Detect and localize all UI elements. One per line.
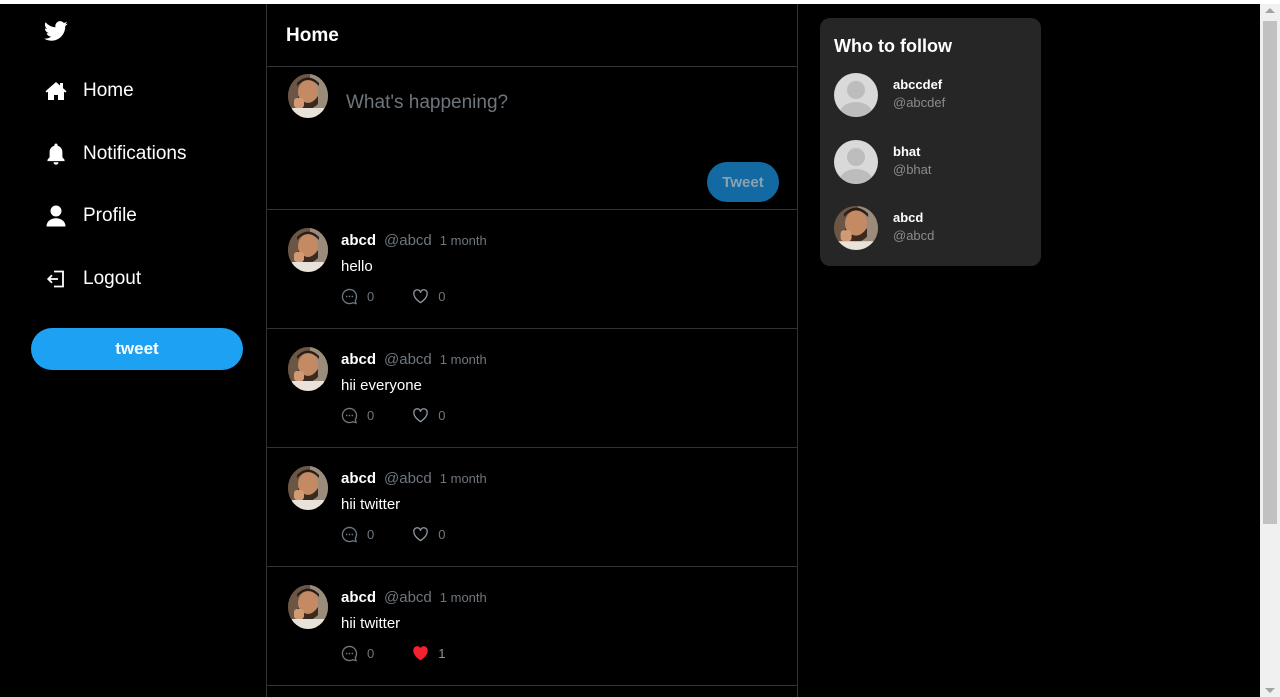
tweet-text: hii everyone (341, 377, 422, 394)
avatar[interactable] (834, 206, 878, 250)
tweet-author-name[interactable]: abcd (341, 232, 376, 249)
follow-suggestion[interactable]: abcd @abcd (834, 206, 1034, 252)
comment-icon (341, 645, 358, 662)
app: Home Notifications Profile Logout tweet … (0, 4, 1260, 697)
tweet-timestamp: 1 month (439, 233, 487, 248)
comment-button[interactable]: 0 (341, 407, 374, 424)
tweet-actions: 0 0 (341, 526, 445, 543)
follow-user-name[interactable]: abccdef (893, 77, 942, 92)
sidebar-item-logout[interactable]: Logout (44, 264, 141, 294)
tweet-actions: 0 0 (341, 407, 445, 424)
avatar[interactable] (288, 585, 328, 629)
twitter-bird-icon[interactable] (44, 19, 68, 43)
tweet-text: hii twitter (341, 496, 401, 513)
follow-suggestion[interactable]: bhat @bhat (834, 140, 1034, 186)
comment-count: 0 (367, 289, 375, 304)
tweet-author-handle: @abcd (384, 351, 432, 368)
tweet-actions: 0 0 (341, 288, 445, 305)
like-button[interactable]: 0 (412, 407, 445, 424)
tweet-item[interactable]: abcd @abcd 1 month hello 0 0 (267, 210, 797, 329)
tweet-timestamp: 1 month (439, 590, 487, 605)
follow-user-name[interactable]: bhat (893, 144, 920, 159)
tweet-header: abcd @abcd 1 month (341, 232, 487, 249)
scroll-up-icon[interactable] (1265, 8, 1275, 13)
like-count: 0 (438, 408, 446, 423)
tweet-header: abcd @abcd 1 month (341, 351, 487, 368)
sidebar-item-label: Notifications (83, 143, 187, 164)
logout-icon (44, 267, 68, 291)
like-button[interactable]: 0 (412, 288, 445, 305)
user-icon (44, 204, 68, 228)
comment-count: 0 (367, 646, 375, 661)
follow-user-name[interactable]: abcd (893, 210, 923, 225)
tweet-author-name[interactable]: abcd (341, 351, 376, 368)
sidebar-item-label: Logout (83, 268, 142, 289)
comment-button[interactable]: 0 (341, 645, 374, 662)
tweet-author-handle: @abcd (384, 589, 432, 606)
comment-button[interactable]: 0 (341, 526, 374, 543)
comment-icon (341, 407, 358, 424)
sidebar: Home Notifications Profile Logout tweet (0, 4, 266, 697)
follow-user-handle: @abcdef (893, 95, 946, 110)
avatar (288, 74, 328, 118)
follow-user-handle: @bhat (893, 162, 932, 177)
sidebar-item-label: Home (83, 80, 134, 101)
follow-user-handle: @abcd (893, 228, 935, 243)
tweet-timestamp: 1 month (439, 352, 487, 367)
comment-count: 0 (367, 527, 375, 542)
feed-header: Home (267, 4, 797, 67)
heart-outline-icon (412, 526, 429, 543)
sidebar-tweet-button[interactable]: tweet (31, 328, 243, 370)
like-button[interactable]: 1 (412, 645, 445, 662)
bell-icon (44, 142, 68, 166)
tweet-item[interactable]: abcd @abcd 1 month hii twitter 0 1 (267, 567, 797, 686)
comment-count: 0 (367, 408, 375, 423)
comment-button[interactable]: 0 (341, 288, 374, 305)
page-scrollbar[interactable] (1260, 4, 1280, 697)
tweet-item[interactable]: abcd @abcd 1 month hii everyone 0 0 (267, 329, 797, 448)
tweet-author-handle: @abcd (384, 470, 432, 487)
avatar[interactable] (288, 228, 328, 272)
heart-outline-icon (412, 288, 429, 305)
home-icon (44, 79, 68, 103)
tweet-timestamp: 1 month (439, 471, 487, 486)
tweet-header: abcd @abcd 1 month (341, 470, 487, 487)
sidebar-item-profile[interactable]: Profile (44, 201, 137, 231)
who-to-follow-panel: Who to follow abccdef @abcdef bhat @bhat… (820, 18, 1041, 266)
tweet-header: abcd @abcd 1 month (341, 589, 487, 606)
who-to-follow-title: Who to follow (834, 36, 952, 56)
heart-filled-icon (412, 645, 429, 662)
tweet-author-name[interactable]: abcd (341, 470, 376, 487)
like-count: 0 (438, 289, 446, 304)
heart-outline-icon (412, 407, 429, 424)
avatar[interactable] (834, 140, 878, 184)
tweet-text: hello (341, 258, 373, 275)
follow-suggestion[interactable]: abccdef @abcdef (834, 73, 1034, 119)
compose-tweet-button[interactable]: Tweet (707, 162, 779, 202)
like-button[interactable]: 0 (412, 526, 445, 543)
tweet-author-handle: @abcd (384, 232, 432, 249)
main-feed: Home Tweet abcd @abcd 1 month hello (266, 4, 798, 697)
page-title: Home (286, 25, 339, 46)
tweet-composer: Tweet (267, 67, 797, 210)
like-count: 0 (438, 527, 446, 542)
scroll-down-icon[interactable] (1265, 688, 1275, 693)
avatar[interactable] (288, 466, 328, 510)
tweet-text: hii twitter (341, 615, 401, 632)
scrollbar-thumb[interactable] (1263, 21, 1277, 524)
tweet-item[interactable]: abcd @abcd 1 month hii twitter 0 0 (267, 448, 797, 567)
sidebar-item-home[interactable]: Home (44, 76, 134, 106)
compose-input[interactable] (344, 87, 768, 119)
comment-icon (341, 288, 358, 305)
like-count: 1 (438, 646, 446, 661)
tweet-author-name[interactable]: abcd (341, 589, 376, 606)
avatar[interactable] (834, 73, 878, 117)
tweet-actions: 0 1 (341, 645, 445, 662)
comment-icon (341, 526, 358, 543)
avatar[interactable] (288, 347, 328, 391)
sidebar-item-notifications[interactable]: Notifications (44, 139, 187, 169)
sidebar-item-label: Profile (83, 205, 137, 226)
